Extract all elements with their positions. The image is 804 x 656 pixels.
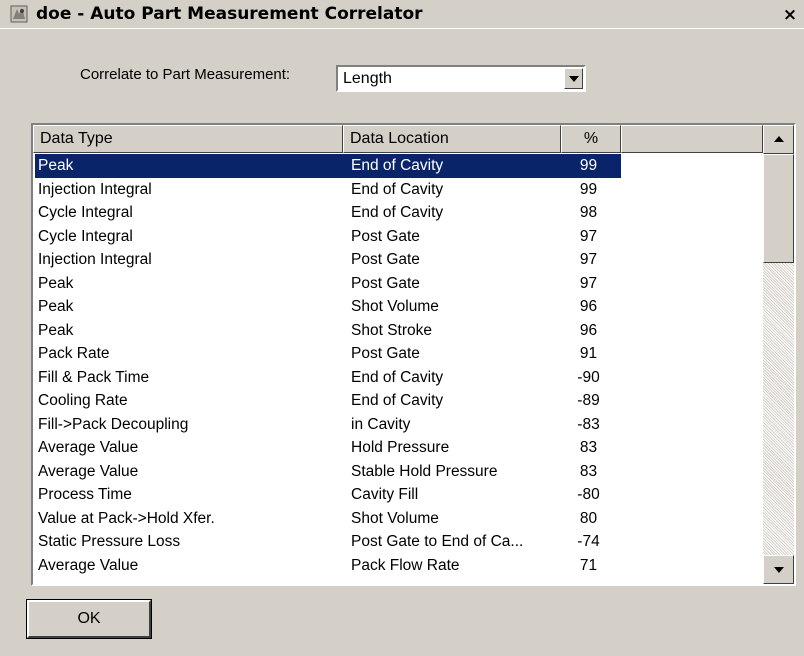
cell-data-type: Fill->Pack Decoupling (38, 415, 189, 433)
cell-data-type: Fill & Pack Time (38, 368, 150, 386)
cell-data-location: End of Cavity (351, 368, 444, 386)
scroll-thumb[interactable] (763, 154, 794, 263)
table-row[interactable]: Static Pressure Loss Post Gate to End of … (33, 530, 763, 554)
table-row[interactable]: Peak Post Gate 97 (33, 272, 763, 296)
scroll-down-button[interactable] (763, 555, 794, 584)
cell-percent: 98 (579, 204, 598, 221)
cell-data-type: Average Value (38, 556, 139, 574)
column-header-percent[interactable]: % (561, 125, 621, 153)
cell-percent: 96 (579, 298, 598, 315)
cell-percent: -74 (577, 533, 600, 550)
column-header-data-location[interactable]: Data Location (343, 125, 561, 153)
cell-data-location: End of Cavity (351, 392, 444, 409)
cell-percent: 99 (579, 180, 598, 198)
app-icon (10, 5, 28, 23)
close-button[interactable]: × (780, 5, 800, 25)
cell-data-location: Shot Volume (351, 509, 439, 527)
cell-data-type: Cycle Integral (38, 204, 133, 221)
cell-data-type: Process Time (38, 486, 132, 503)
arrow-down-icon (774, 567, 784, 573)
table-row[interactable]: Value at Pack->Hold Xfer. Shot Volume 80 (33, 507, 763, 531)
cell-data-type: Peak (38, 298, 74, 315)
cell-data-type: Cycle Integral (38, 227, 133, 245)
correlation-list[interactable]: Data Type Data Location % Peak End of Cav… (31, 123, 796, 586)
cell-data-type: Static Pressure Loss (38, 533, 181, 550)
cell-data-type: Injection Integral (38, 180, 152, 198)
cell-percent: 96 (579, 321, 598, 339)
table-row[interactable]: Pack Rate Post Gate 91 (33, 342, 763, 366)
cell-data-location: End of Cavity (351, 180, 444, 198)
table-row[interactable]: Fill & Pack Time End of Cavity -90 (33, 366, 763, 390)
cell-data-location: Post Gate to End of Ca... (351, 533, 524, 550)
cell-percent: 97 (579, 274, 598, 292)
cell-data-location: in Cavity (351, 415, 411, 433)
correlate-label: Correlate to Part Measurement: (80, 66, 291, 83)
cell-percent: 71 (579, 556, 598, 574)
table-row[interactable]: Average Value Pack Flow Rate 71 (33, 554, 763, 578)
ok-button[interactable]: OK (26, 599, 152, 639)
cell-percent: 91 (579, 345, 598, 362)
window-title: doe - Auto Part Measurement Correlator (36, 4, 423, 24)
cell-data-type: Injection Integral (38, 251, 152, 268)
table-row[interactable]: Injection Integral End of Cavity 99 (33, 178, 763, 202)
part-measurement-value: Length (343, 70, 392, 87)
cell-data-location: Pack Flow Rate (351, 556, 460, 574)
cell-data-type: Peak (38, 157, 74, 174)
cell-percent: 80 (579, 509, 598, 527)
cell-data-location: Post Gate (351, 274, 420, 292)
cell-data-type: Peak (38, 321, 74, 339)
arrow-up-icon (774, 136, 784, 142)
cell-percent: -90 (577, 368, 600, 386)
cell-data-location: Cavity Fill (351, 486, 419, 503)
list-rows: Peak End of Cavity 99 Injection Integral End… (33, 154, 763, 577)
part-measurement-select[interactable]: Length (336, 65, 586, 92)
scroll-up-button[interactable] (763, 125, 794, 154)
table-row[interactable]: Peak Shot Volume 96 (33, 295, 763, 319)
column-header-blank[interactable] (621, 125, 763, 153)
chevron-down-icon (569, 76, 579, 82)
cell-data-type: Average Value (38, 439, 139, 456)
cell-data-location: Shot Volume (351, 298, 439, 315)
cell-data-location: Post Gate (351, 227, 420, 245)
table-row[interactable]: Peak Shot Stroke 96 (33, 319, 763, 343)
cell-percent: -80 (577, 486, 600, 503)
cell-data-location: Hold Pressure (351, 439, 450, 456)
cell-data-type: Pack Rate (38, 345, 110, 362)
cell-percent: 83 (579, 462, 598, 480)
cell-data-location: Shot Stroke (351, 321, 432, 339)
cell-percent: 97 (579, 227, 598, 245)
cell-data-type: Average Value (38, 462, 139, 480)
cell-data-type: Value at Pack->Hold Xfer. (38, 509, 215, 527)
table-row[interactable]: Cycle Integral End of Cavity 98 (33, 201, 763, 225)
cell-percent: 99 (579, 157, 598, 174)
table-row[interactable]: Process Time Cavity Fill -80 (33, 483, 763, 507)
cell-data-location: End of Cavity (351, 204, 444, 221)
dropdown-button[interactable] (564, 68, 583, 89)
cell-data-type: Cooling Rate (38, 392, 128, 409)
table-row[interactable]: Injection Integral Post Gate 97 (33, 248, 763, 272)
vertical-scrollbar[interactable] (763, 125, 794, 584)
cell-data-location: Post Gate (351, 251, 420, 268)
table-row[interactable]: Cycle Integral Post Gate 97 (33, 225, 763, 249)
cell-percent: 97 (579, 251, 598, 268)
cell-data-location: End of Cavity (351, 157, 444, 174)
cell-data-location: Stable Hold Pressure (351, 462, 498, 480)
cell-percent: -89 (577, 392, 600, 409)
title-bar: doe - Auto Part Measurement Correlator × (0, 0, 804, 29)
table-row[interactable]: Cooling Rate End of Cavity -89 (33, 389, 763, 413)
cell-percent: 83 (579, 439, 598, 456)
table-row[interactable]: Average Value Stable Hold Pressure 83 (33, 460, 763, 484)
cell-data-type: Peak (38, 274, 74, 292)
column-header-data-type[interactable]: Data Type (33, 125, 343, 153)
table-row[interactable]: Fill->Pack Decoupling in Cavity -83 (33, 413, 763, 437)
table-row[interactable]: Peak End of Cavity 99 (33, 154, 763, 178)
cell-percent: -83 (577, 415, 600, 433)
list-header: Data Type Data Location % (33, 125, 763, 153)
cell-data-location: Post Gate (351, 345, 420, 362)
table-row[interactable]: Average Value Hold Pressure 83 (33, 436, 763, 460)
